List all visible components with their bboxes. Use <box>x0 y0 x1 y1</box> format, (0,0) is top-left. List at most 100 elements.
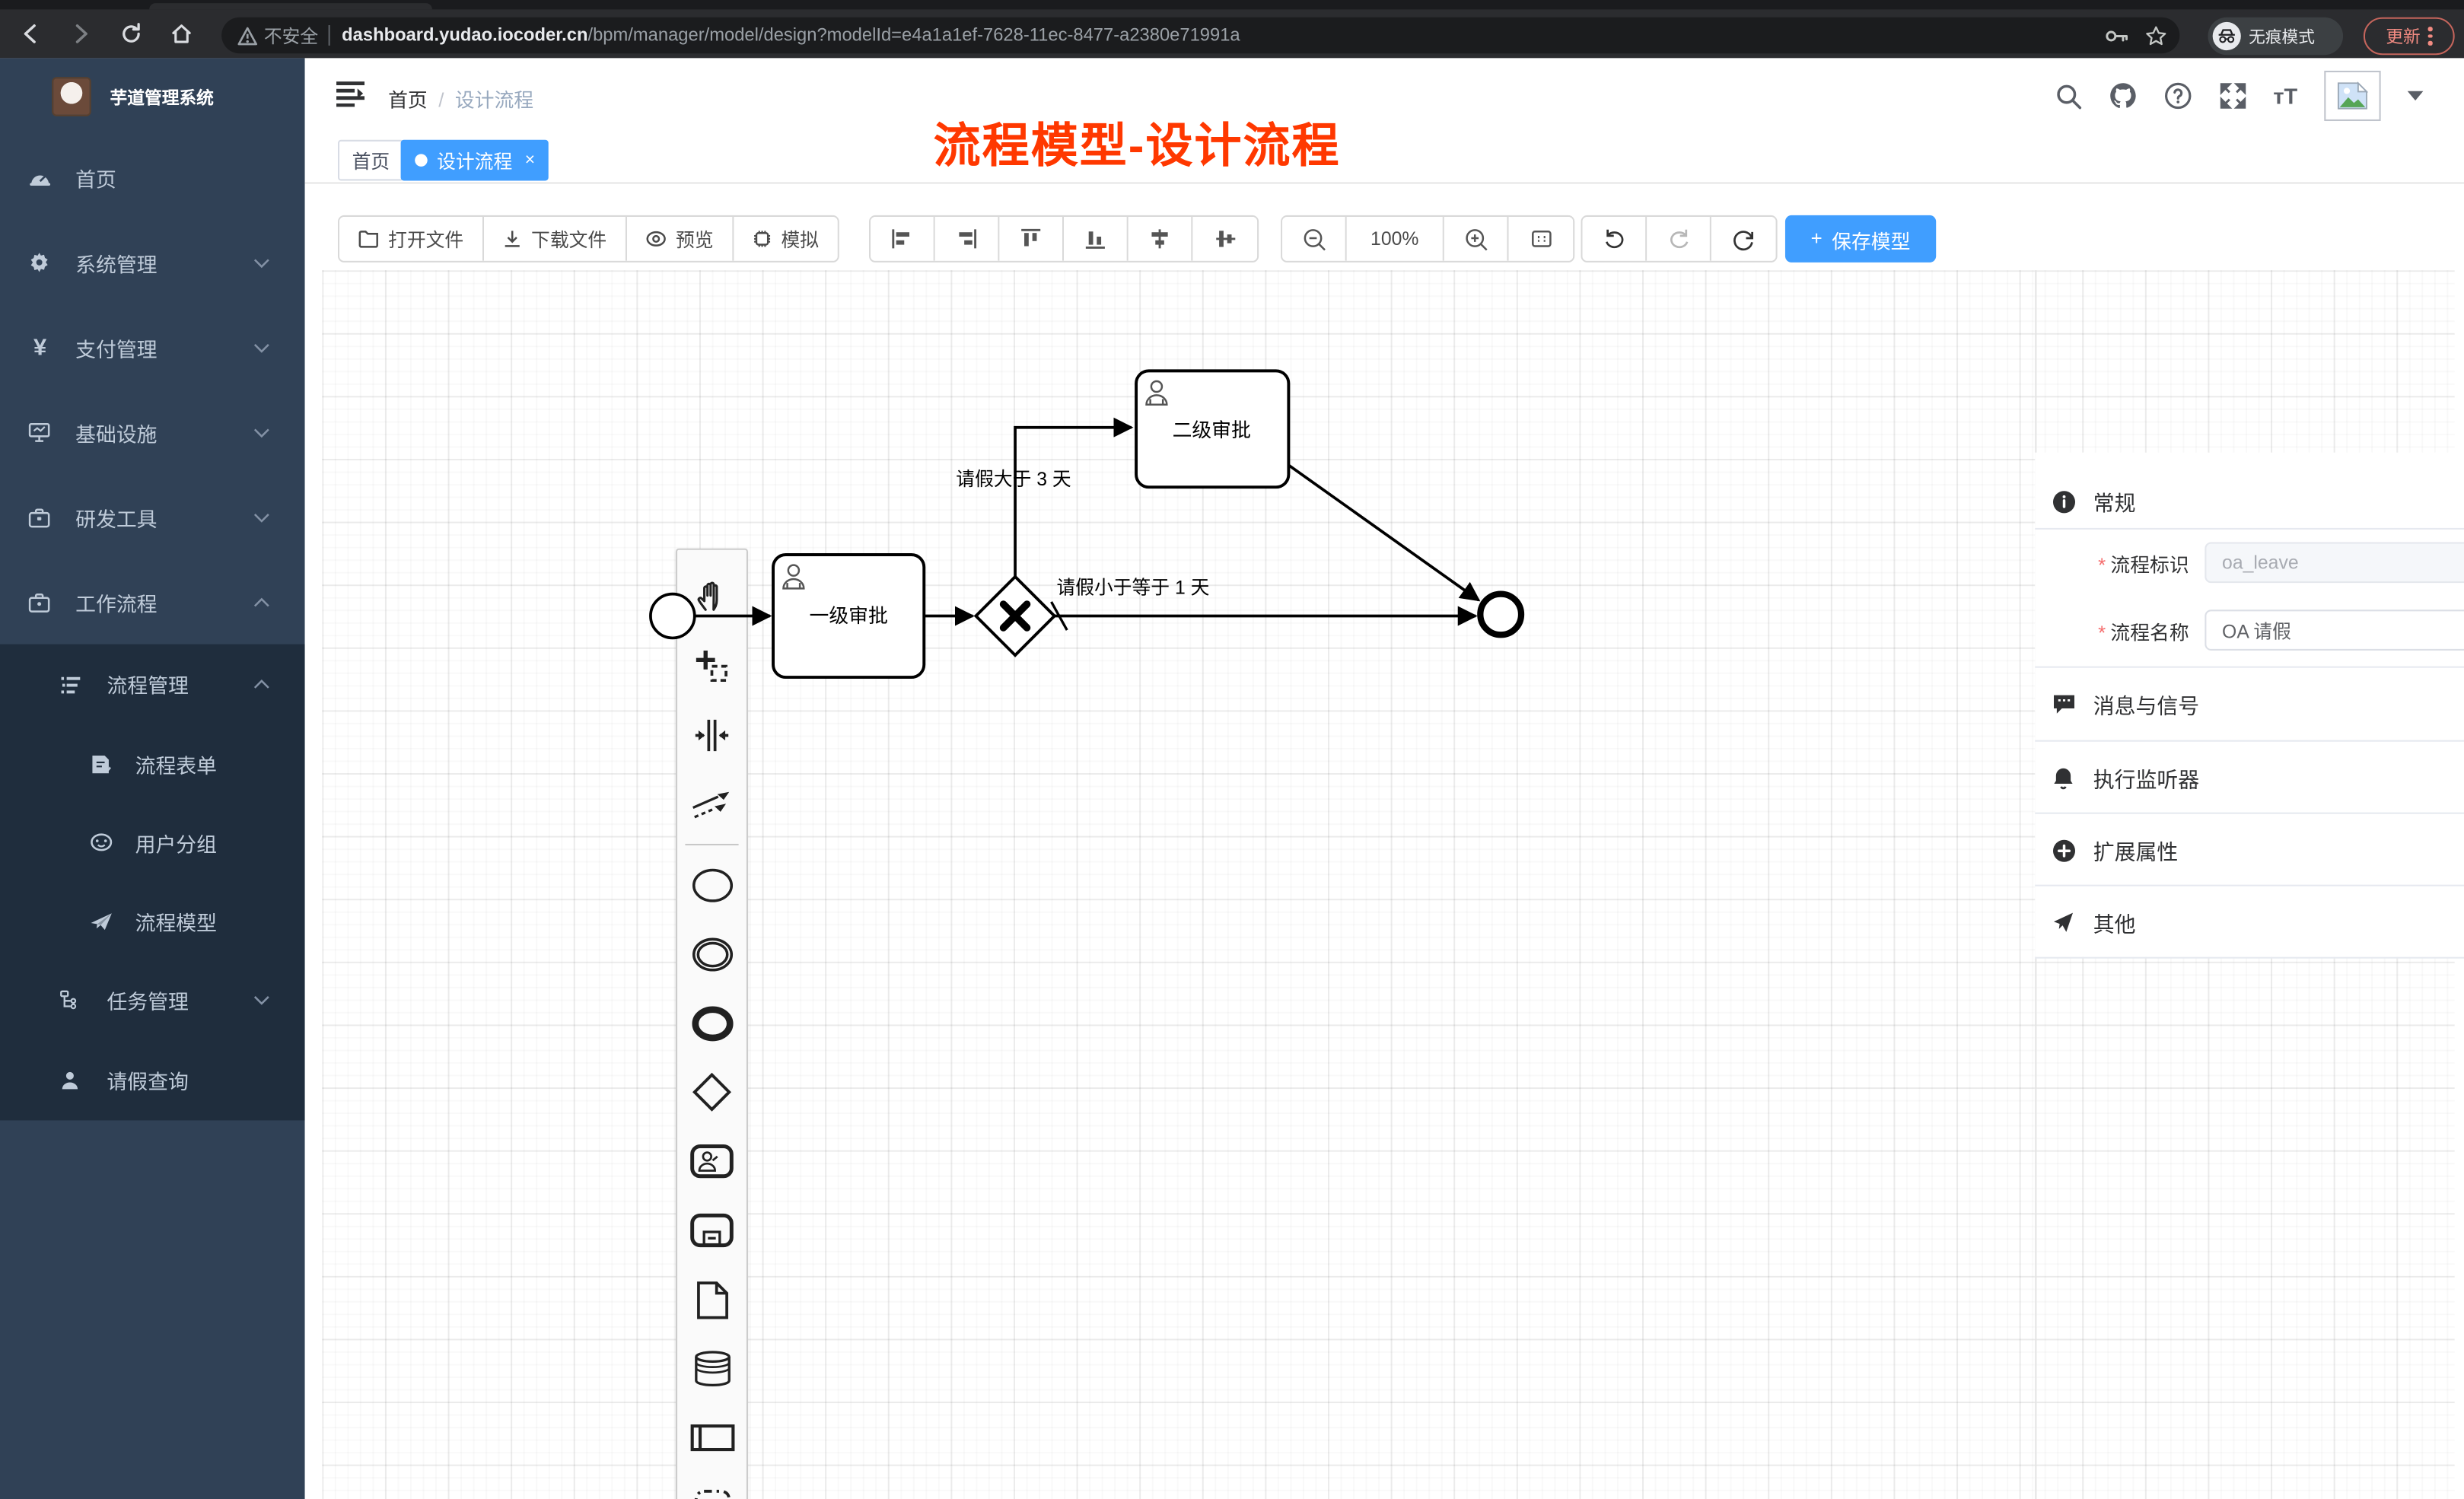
zoom-out-icon[interactable] <box>1282 217 1347 261</box>
open-file-button[interactable]: 打开文件 <box>339 217 484 261</box>
message-signal-section[interactable]: 消息与信号 <box>2035 667 2464 742</box>
tab-close-icon[interactable]: × <box>525 151 535 170</box>
address-bar[interactable]: 不安全 dashboard.yudao.iocoder.cn/bpm/manag… <box>221 18 2179 53</box>
divider <box>2035 528 2464 530</box>
condition-label-gt3[interactable]: 请假大于 3 天 <box>956 469 1071 490</box>
sidebar-item-label: 首页 <box>75 163 116 193</box>
undo-icon[interactable] <box>1583 217 1647 261</box>
page-title-annotation: 流程模型-设计流程 <box>934 107 1341 176</box>
sidebar-item-payment[interactable]: ¥ 支付管理 <box>0 305 305 390</box>
zoom-in-icon[interactable] <box>1444 217 1509 261</box>
restart-icon[interactable] <box>1711 217 1776 261</box>
back-icon[interactable] <box>13 17 47 51</box>
create-group-icon[interactable] <box>680 1472 743 1499</box>
start-event[interactable] <box>651 594 695 638</box>
condition-label-le1[interactable]: 请假小于等于 1 天 <box>1056 578 1209 599</box>
font-size-icon[interactable]: тT <box>2273 83 2297 108</box>
monitor-icon <box>28 422 52 442</box>
sidebar-item-devtools[interactable]: 研发工具 <box>0 475 305 560</box>
create-data-store-icon[interactable] <box>680 1334 743 1403</box>
message-icon <box>2051 693 2076 715</box>
create-end-event-icon[interactable] <box>680 988 743 1058</box>
browser-tab[interactable] <box>149 3 432 9</box>
reload-icon[interactable] <box>113 17 148 51</box>
sidebar-item-infra[interactable]: 基础设施 <box>0 390 305 475</box>
process-name-input[interactable] <box>2205 609 2464 651</box>
flow-gateway-to-task2[interactable] <box>1015 428 1132 577</box>
user-task-level2[interactable]: 二级审批 <box>1136 371 1288 487</box>
save-model-label: 保存模型 <box>1832 224 1910 253</box>
avatar-menu-caret-icon[interactable] <box>2408 91 2424 100</box>
chevron-down-icon <box>253 511 270 522</box>
create-subprocess-icon[interactable] <box>680 1196 743 1265</box>
sidebar-item-workflow[interactable]: 工作流程 <box>0 559 305 644</box>
history-button-group <box>1581 215 1777 263</box>
preview-label: 预览 <box>676 225 714 252</box>
align-left-icon[interactable] <box>871 217 935 261</box>
process-key-input[interactable] <box>2205 542 2464 583</box>
field-label: 流程名称 <box>2110 622 2189 644</box>
bpmn-designer: 打开文件 下载文件 预览 模拟 <box>305 184 2464 1499</box>
bookmark-star-icon[interactable] <box>2145 24 2167 46</box>
extended-attrs-section[interactable]: 扩展属性 <box>2035 813 2464 888</box>
key-icon[interactable] <box>2104 26 2129 45</box>
save-model-button[interactable]: + 保存模型 <box>1785 215 1936 263</box>
align-bottom-icon[interactable] <box>1064 217 1129 261</box>
security-warning-icon <box>237 26 258 45</box>
sidebar-collapse-icon[interactable] <box>336 80 365 107</box>
forward-icon[interactable] <box>63 17 97 51</box>
other-section[interactable]: 其他 <box>2035 885 2464 960</box>
help-icon[interactable] <box>2163 81 2192 110</box>
update-button[interactable]: 更新 <box>2364 18 2455 56</box>
task-label: 二级审批 <box>1173 419 1251 441</box>
align-top-icon[interactable] <box>999 217 1064 261</box>
workflow-submenu: 流程管理 流程表单 用户分组 流程模型 <box>0 644 305 1121</box>
create-data-object-icon[interactable] <box>680 1265 743 1334</box>
align-center-horizontal-icon[interactable] <box>1192 217 1257 261</box>
execution-listener-section[interactable]: 执行监听器 <box>2035 740 2464 816</box>
sidebar-item-label: 请假查询 <box>107 1065 188 1095</box>
sidebar-item-process-model[interactable]: 流程模型 <box>0 882 305 960</box>
breadcrumb-home[interactable]: 首页 <box>388 90 428 112</box>
sidebar-item-system[interactable]: 系统管理 <box>0 220 305 305</box>
zoom-reset-icon[interactable] <box>1508 217 1573 261</box>
align-center-vertical-icon[interactable] <box>1129 217 1193 261</box>
app-logo-row[interactable]: 芋道管理系统 <box>0 58 305 135</box>
plus-circle-icon <box>2051 839 2076 862</box>
sidebar-item-label: 支付管理 <box>75 333 157 362</box>
create-gateway-icon[interactable] <box>680 1058 743 1127</box>
file-button-group: 打开文件 下载文件 预览 模拟 <box>338 215 839 263</box>
align-right-icon[interactable] <box>935 217 1000 261</box>
redo-icon[interactable] <box>1647 217 1711 261</box>
browser-menu-icon[interactable] <box>2428 27 2432 46</box>
tab-design-process[interactable]: 设计流程 × <box>401 140 549 181</box>
user-task-level1[interactable]: 一级审批 <box>773 555 924 677</box>
github-icon[interactable] <box>2108 81 2136 110</box>
download-file-button[interactable]: 下载文件 <box>484 217 627 261</box>
section-label: 扩展属性 <box>2093 835 2179 866</box>
end-event[interactable] <box>1480 594 1521 635</box>
chevron-down-icon <box>253 427 270 438</box>
sidebar-item-process-mgmt[interactable]: 流程管理 <box>0 644 305 724</box>
sidebar-item-user-group[interactable]: 用户分组 <box>0 803 305 881</box>
sidebar-item-task-mgmt[interactable]: 任务管理 <box>0 960 305 1040</box>
avatar[interactable] <box>2324 71 2380 121</box>
create-participant-icon[interactable] <box>680 1403 743 1472</box>
home-icon[interactable] <box>164 17 198 51</box>
flow-task2-to-end[interactable] <box>1288 465 1479 600</box>
download-file-label: 下载文件 <box>531 225 606 252</box>
sidebar-item-home[interactable]: 首页 <box>0 135 305 221</box>
fullscreen-icon[interactable] <box>2218 81 2246 110</box>
search-icon[interactable] <box>2055 82 2081 109</box>
exclusive-gateway[interactable] <box>976 577 1054 655</box>
sidebar-item-process-form[interactable]: 流程表单 <box>0 724 305 803</box>
url-divider <box>328 25 329 46</box>
incognito-badge: 无痕模式 <box>2208 18 2343 56</box>
simulate-button[interactable]: 模拟 <box>734 217 837 261</box>
tab-home[interactable]: 首页 <box>338 140 404 181</box>
sidebar-item-label: 用户分组 <box>135 827 217 857</box>
sidebar-item-label: 流程模型 <box>135 906 217 936</box>
create-user-task-icon[interactable] <box>680 1127 743 1196</box>
sidebar-item-leave-query[interactable]: 请假查询 <box>0 1040 305 1120</box>
preview-button[interactable]: 预览 <box>627 217 734 261</box>
